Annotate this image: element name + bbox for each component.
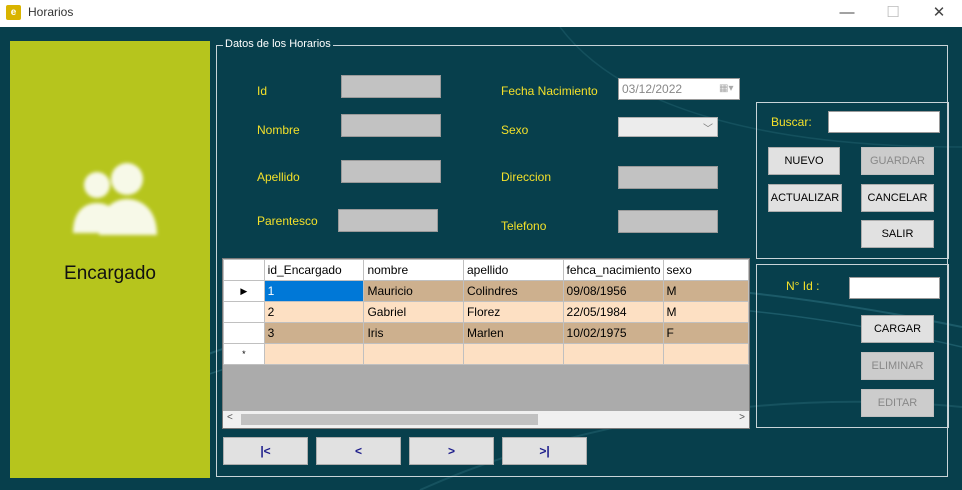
table-cell[interactable]: [462, 343, 564, 365]
new-row-asterisk-icon[interactable]: *: [223, 343, 265, 365]
table-cell[interactable]: [263, 343, 365, 365]
current-row-indicator-icon[interactable]: ▶: [223, 280, 265, 302]
buscar-input[interactable]: [828, 111, 940, 133]
table-cell[interactable]: 3: [263, 322, 365, 344]
nombre-field[interactable]: [341, 114, 441, 137]
fecha-nacimiento-picker[interactable]: 03/12/2022 ▦▾: [618, 78, 740, 100]
table-cell[interactable]: [562, 343, 664, 365]
last-record-button[interactable]: >|: [502, 437, 587, 465]
row-header[interactable]: [223, 301, 265, 323]
table-cell[interactable]: 1: [263, 280, 365, 302]
actualizar-button[interactable]: ACTUALIZAR: [768, 184, 842, 212]
salir-button[interactable]: SALIR: [861, 220, 934, 248]
nombre-label: Nombre: [257, 123, 300, 137]
next-record-button[interactable]: >: [409, 437, 494, 465]
cargar-button[interactable]: CARGAR: [861, 315, 934, 343]
row-header[interactable]: [223, 322, 265, 344]
close-button[interactable]: ✕: [916, 0, 962, 27]
table-cell[interactable]: M: [662, 301, 749, 323]
title-bar: e Horarios — ☐ ✕: [0, 0, 962, 27]
table-cell[interactable]: Colindres: [462, 280, 564, 302]
table-cell[interactable]: M: [662, 280, 749, 302]
scrollbar-thumb[interactable]: [241, 414, 538, 425]
guardar-button[interactable]: GUARDAR: [861, 147, 934, 175]
form-client-area: Encargado Datos de los Horarios Id Nombr…: [0, 27, 962, 490]
scroll-right-icon[interactable]: >: [739, 412, 745, 423]
table-cell[interactable]: 09/08/1956: [562, 280, 664, 302]
telefono-label: Telefono: [501, 219, 547, 233]
fecha-nacimiento-label: Fecha Nacimiento: [501, 84, 598, 98]
sexo-combobox[interactable]: ﹀: [618, 117, 718, 137]
editar-button[interactable]: EDITAR: [861, 389, 934, 417]
table-cell[interactable]: 10/02/1975: [562, 322, 664, 344]
parentesco-label: Parentesco: [257, 214, 318, 228]
column-header[interactable]: apellido: [462, 259, 564, 281]
table-cell[interactable]: Iris: [363, 322, 464, 344]
app-icon: e: [6, 5, 21, 20]
previous-record-button[interactable]: <: [316, 437, 401, 465]
column-header[interactable]: sexo: [662, 259, 749, 281]
minimize-button[interactable]: —: [824, 0, 870, 27]
cancelar-button[interactable]: CANCELAR: [861, 184, 934, 212]
id-field[interactable]: [341, 75, 441, 98]
column-header[interactable]: id_Encargado: [263, 259, 365, 281]
id-label: Id: [257, 84, 268, 98]
new-row[interactable]: *: [223, 343, 749, 365]
window-title: Horarios: [28, 5, 74, 19]
column-header[interactable]: fehca_nacimiento: [562, 259, 664, 281]
grid-corner-header[interactable]: [223, 259, 265, 281]
fecha-nacimiento-value: 03/12/2022: [622, 82, 683, 96]
chevron-down-icon[interactable]: ﹀: [703, 120, 713, 135]
nuevo-button[interactable]: NUEVO: [768, 147, 840, 175]
calendar-dropdown-icon[interactable]: ▦▾: [719, 83, 735, 95]
table-cell[interactable]: Gabriel: [363, 301, 464, 323]
grid-header-row: id_Encargado nombre apellido fehca_nacim…: [223, 259, 749, 281]
parentesco-field[interactable]: [338, 209, 438, 232]
table-cell[interactable]: 22/05/1984: [562, 301, 664, 323]
maximize-button[interactable]: ☐: [870, 0, 916, 27]
numero-id-label: N° Id :: [786, 279, 820, 293]
horizontal-scrollbar[interactable]: < >: [223, 411, 749, 428]
encargado-label: Encargado: [64, 263, 156, 284]
eliminar-button[interactable]: ELIMINAR: [861, 352, 934, 380]
datos-group-title: Datos de los Horarios: [223, 38, 333, 50]
sexo-label: Sexo: [501, 123, 529, 137]
table-cell[interactable]: Florez: [462, 301, 564, 323]
telefono-field[interactable]: [618, 210, 718, 233]
scroll-left-icon[interactable]: <: [227, 412, 233, 423]
table-row[interactable]: ▶ 1 Mauricio Colindres 09/08/1956 M: [223, 280, 749, 302]
table-row[interactable]: 3 Iris Marlen 10/02/1975 F: [223, 322, 749, 344]
encargados-datagrid[interactable]: id_Encargado nombre apellido fehca_nacim…: [222, 258, 750, 429]
table-cell[interactable]: [662, 343, 749, 365]
numero-id-input[interactable]: [849, 277, 940, 299]
apellido-label: Apellido: [257, 170, 300, 184]
column-header[interactable]: nombre: [363, 259, 464, 281]
buscar-label: Buscar:: [771, 115, 812, 129]
encargado-side-panel: Encargado: [10, 41, 210, 478]
table-cell[interactable]: [363, 343, 464, 365]
table-cell[interactable]: 2: [263, 301, 365, 323]
table-cell[interactable]: Mauricio: [363, 280, 464, 302]
table-cell[interactable]: F: [662, 322, 749, 344]
apellido-field[interactable]: [341, 160, 441, 183]
users-icon: [73, 163, 157, 235]
direccion-field[interactable]: [618, 166, 718, 189]
table-row[interactable]: 2 Gabriel Florez 22/05/1984 M: [223, 301, 749, 323]
table-cell[interactable]: Marlen: [462, 322, 564, 344]
first-record-button[interactable]: |<: [223, 437, 308, 465]
direccion-label: Direccion: [501, 170, 552, 184]
